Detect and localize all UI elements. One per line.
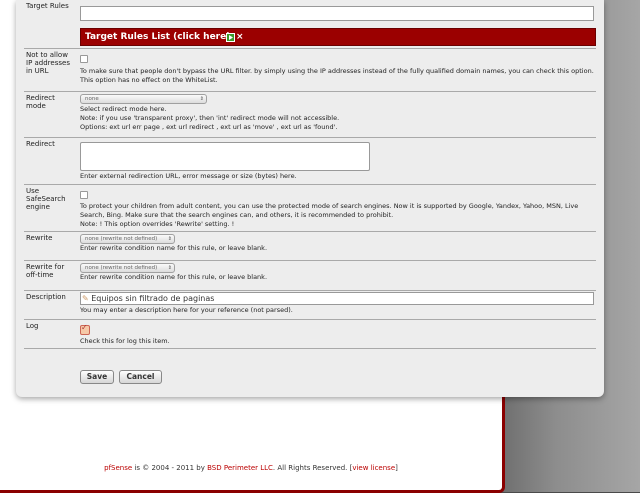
log-help: Check this for log this item. xyxy=(80,337,170,345)
log-label: Log xyxy=(26,322,39,330)
row-description: Description ✎ Equipos sin filtrado de pa… xyxy=(24,291,596,320)
redirect-mode-select[interactable]: none ⇕ xyxy=(80,94,207,104)
safesearch-checkbox[interactable] xyxy=(80,191,88,199)
description-value: Equipos sin filtrado de paginas xyxy=(91,294,215,303)
safesearch-help-1: To protect your children from adult cont… xyxy=(80,202,579,219)
target-rules-label: Target Rules xyxy=(26,2,69,10)
safesearch-label: Use SafeSearch engine xyxy=(26,187,66,211)
delete-icon[interactable]: × xyxy=(236,32,244,42)
rewrite-label: Rewrite xyxy=(26,234,53,242)
view-license-link[interactable]: view license xyxy=(352,464,395,472)
save-button[interactable]: Save xyxy=(80,370,114,384)
redirect-label: Redirect xyxy=(26,140,55,148)
row-not-allow-ip: Not to allow IP addresses in URL To make… xyxy=(24,49,596,92)
target-rules-list-bar[interactable]: Target Rules List (click here) × xyxy=(80,28,596,46)
row-log: Log ✓ Check this for log this item. xyxy=(24,320,596,349)
rewrite-selected: none (rewrite not defined) xyxy=(85,236,158,242)
row-redirect: Redirect Enter external redirection URL,… xyxy=(24,138,596,185)
description-help: You may enter a description here for you… xyxy=(80,306,293,314)
checkbox-checked-icon: ✓ xyxy=(81,323,88,332)
row-rewrite: Rewrite none (rewrite not defined) ⇕ Ent… xyxy=(24,232,596,261)
footer: pfSense is © 2004 - 2011 by BSD Perimete… xyxy=(0,464,502,472)
select-arrows-icon: ⇕ xyxy=(167,236,172,242)
pencil-icon: ✎ xyxy=(82,294,89,303)
select-arrows-icon: ⇕ xyxy=(199,96,204,102)
footer-rights: . All Rights Reserved. [ xyxy=(272,464,353,472)
rewrite-offtime-select[interactable]: none (rewrite not defined) ⇕ xyxy=(80,263,175,273)
redirect-mode-help-2: Note: if you use 'transparent proxy', th… xyxy=(80,114,340,122)
redirect-help: Enter external redirection URL, error me… xyxy=(80,172,297,180)
log-checkbox[interactable]: ✓ xyxy=(80,323,90,335)
target-rules-list-link[interactable]: Target Rules List (click here) xyxy=(85,32,230,42)
rewrite-offtime-label: Rewrite for off-time xyxy=(26,263,65,279)
row-target-rules: Target Rules Target Rules List (click he… xyxy=(24,0,596,49)
not-allow-ip-checkbox[interactable] xyxy=(80,55,88,63)
rewrite-offtime-help: Enter rewrite condition name for this ru… xyxy=(80,273,268,281)
rewrite-offtime-selected: none (rewrite not defined) xyxy=(85,265,158,271)
rewrite-select[interactable]: none (rewrite not defined) ⇕ xyxy=(80,234,175,244)
description-label: Description xyxy=(26,293,66,301)
not-allow-ip-help: To make sure that people don't bypass th… xyxy=(80,67,594,84)
row-rewrite-offtime: Rewrite for off-time none (rewrite not d… xyxy=(24,261,596,291)
target-rules-input[interactable] xyxy=(80,6,594,21)
footer-company[interactable]: BSD Perimeter LLC xyxy=(207,464,273,472)
select-arrows-icon: ⇕ xyxy=(167,265,172,271)
rule-edit-panel: Target Rules Target Rules List (click he… xyxy=(16,0,604,397)
not-allow-ip-label: Not to allow IP addresses in URL xyxy=(26,51,70,75)
cancel-button[interactable]: Cancel xyxy=(119,370,162,384)
safesearch-help-2: Note: ! This option overrides 'Rewrite' … xyxy=(80,220,235,228)
footer-close: ] xyxy=(395,464,398,472)
rewrite-help: Enter rewrite condition name for this ru… xyxy=(80,244,268,252)
redirect-mode-help-1: Select redirect mode here. xyxy=(80,105,167,113)
description-input[interactable]: ✎ Equipos sin filtrado de paginas xyxy=(80,292,594,305)
redirect-mode-selected: none xyxy=(85,96,99,102)
redirect-textarea[interactable] xyxy=(80,142,370,171)
footer-text: is © 2004 - 2011 by xyxy=(132,464,208,472)
footer-brand[interactable]: pfSense xyxy=(104,464,132,472)
redirect-mode-label: Redirect mode xyxy=(26,94,55,110)
row-safesearch: Use SafeSearch engine To protect your ch… xyxy=(24,185,596,232)
row-redirect-mode: Redirect mode none ⇕ Select redirect mod… xyxy=(24,92,596,138)
add-icon[interactable] xyxy=(226,33,235,42)
redirect-mode-help-3: Options: ext url err page , ext url redi… xyxy=(80,123,338,131)
